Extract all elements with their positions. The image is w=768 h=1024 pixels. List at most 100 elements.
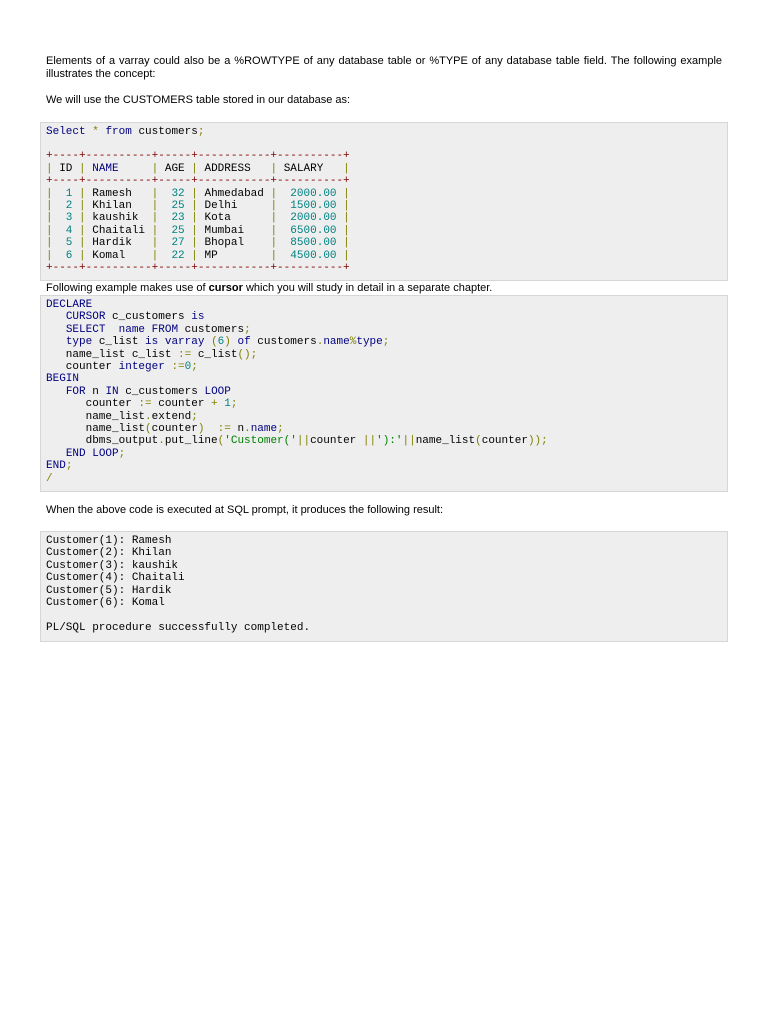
code-token: LOOP	[92, 447, 119, 460]
table-intro-paragraph: We will use the CUSTOMERS table stored i…	[46, 94, 351, 106]
code-token: ;	[65, 460, 73, 473]
code-token: n	[230, 423, 245, 436]
output-block: Customer(1): Ramesh Customer(2): Khilan …	[40, 531, 728, 642]
code-token: extend	[151, 410, 192, 423]
code-line: BEGIN	[46, 373, 79, 385]
code-token: counter	[46, 398, 139, 411]
table-cell: Chaitali	[85, 224, 152, 237]
code-line: FOR n IN c_customers LOOP	[46, 386, 231, 398]
column-separator: |	[343, 249, 350, 262]
table-border: +----+----------+-----+-----------+-----…	[46, 150, 350, 163]
plsql-code: DECLARE CURSOR c_customers is SELECT nam…	[46, 299, 722, 485]
code-token: c_customers	[105, 311, 192, 324]
code-line: type c_list is varray (6) of customers.n…	[46, 336, 390, 349]
table-cell: 4500.00	[277, 249, 344, 262]
code-token: IN	[105, 385, 119, 398]
code-line: name_list c_list := c_list();	[46, 349, 257, 361]
code-token: 1	[224, 398, 231, 411]
table-cell: 25	[158, 224, 192, 237]
table-cell: 4	[52, 224, 80, 237]
table-row: | 5 | Hardik | 27 | Bhopal | 8500.00 |	[46, 237, 350, 249]
output-line: Customer(6): Komal	[46, 597, 165, 610]
table-header-row: | ID | NAME | AGE | ADDRESS | SALARY |	[46, 163, 350, 175]
code-token: n	[85, 385, 106, 398]
column-separator: |	[343, 212, 350, 225]
table-header-cell: AGE	[158, 162, 192, 175]
code-token: name_list	[46, 423, 146, 436]
code-token: counter	[46, 361, 119, 374]
code-token: (	[211, 336, 218, 349]
table-cell: Khilan	[85, 200, 152, 213]
table-cell: 8500.00	[277, 237, 344, 250]
table-cell: Bhopal	[197, 237, 271, 250]
code-token: ;	[382, 336, 390, 349]
column-separator: |	[343, 162, 350, 175]
code-token: of	[237, 336, 251, 349]
code-line: name_list.extend;	[46, 411, 198, 423]
table-cell: 6500.00	[277, 224, 344, 237]
table-cell: 25	[158, 200, 192, 213]
code-token: ;	[230, 398, 238, 411]
table-cell: 6	[52, 249, 80, 262]
code-token: LOOP	[204, 385, 231, 398]
code-token: '):'	[376, 435, 403, 448]
table-cell: 3	[52, 212, 80, 225]
code-token: c_customers	[118, 385, 205, 398]
code-line: /	[46, 473, 53, 485]
column-separator: |	[79, 237, 86, 250]
code-token: +	[211, 398, 218, 411]
column-separator: |	[79, 212, 86, 225]
code-token: ;	[191, 361, 198, 374]
code-token: dbms_output	[46, 435, 159, 448]
output-line: Customer(4): Chaitali	[46, 572, 185, 585]
code-token: integer	[118, 361, 165, 374]
code-token: name	[323, 336, 350, 349]
code-token: varray	[164, 336, 205, 349]
table-cell: 32	[158, 187, 192, 200]
code-line: counter integer :=0;	[46, 361, 198, 373]
table-cell: 5	[52, 237, 80, 250]
code-token: ;	[191, 410, 198, 423]
code-token: is	[191, 311, 205, 324]
code-line: dbms_output.put_line('Customer('||counte…	[46, 435, 548, 447]
query-token: ;	[197, 126, 205, 138]
code-token: END	[65, 447, 86, 460]
table-border: +----+----------+-----+-----------+-----…	[46, 175, 350, 188]
plsql-code-block: DECLARE CURSOR c_customers is SELECT nam…	[40, 295, 728, 492]
code-token: .	[244, 423, 251, 436]
code-token: ||	[362, 435, 377, 448]
table-header-cell: SALARY	[277, 162, 344, 175]
table-cell: 2	[52, 200, 80, 213]
table-cell: 1500.00	[277, 200, 344, 213]
column-separator: |	[191, 162, 198, 175]
table-cell: Delhi	[197, 200, 271, 213]
column-separator: |	[46, 224, 53, 237]
code-token: :=	[171, 361, 185, 374]
column-separator: |	[79, 200, 86, 213]
code-token: ();	[237, 348, 258, 361]
query-token: *	[92, 126, 99, 138]
table-cell: 23	[158, 212, 192, 225]
code-token: .	[145, 410, 152, 423]
output-line: Customer(3): kaushik	[46, 559, 179, 572]
column-separator: |	[46, 162, 53, 175]
column-separator: |	[191, 187, 198, 200]
code-token: CURSOR	[65, 311, 106, 324]
code-token: DECLARE	[46, 299, 93, 311]
code-token: counter	[151, 398, 212, 411]
table-row: | 6 | Komal | 22 | MP | 4500.00 |	[46, 250, 350, 262]
table-cell: Mumbai	[197, 224, 271, 237]
output-line: Customer(1): Ramesh	[46, 535, 172, 547]
cursor-note: Following example makes use of cursor wh…	[46, 282, 722, 295]
code-line: name_list(counter) := n.name;	[46, 423, 284, 435]
code-token: (	[475, 435, 482, 448]
column-separator: |	[46, 200, 53, 213]
query-token: Select	[46, 126, 86, 138]
code-token: (	[145, 423, 152, 436]
table-cell: kaushik	[85, 212, 152, 225]
column-separator: |	[79, 187, 86, 200]
column-separator: |	[343, 187, 350, 200]
